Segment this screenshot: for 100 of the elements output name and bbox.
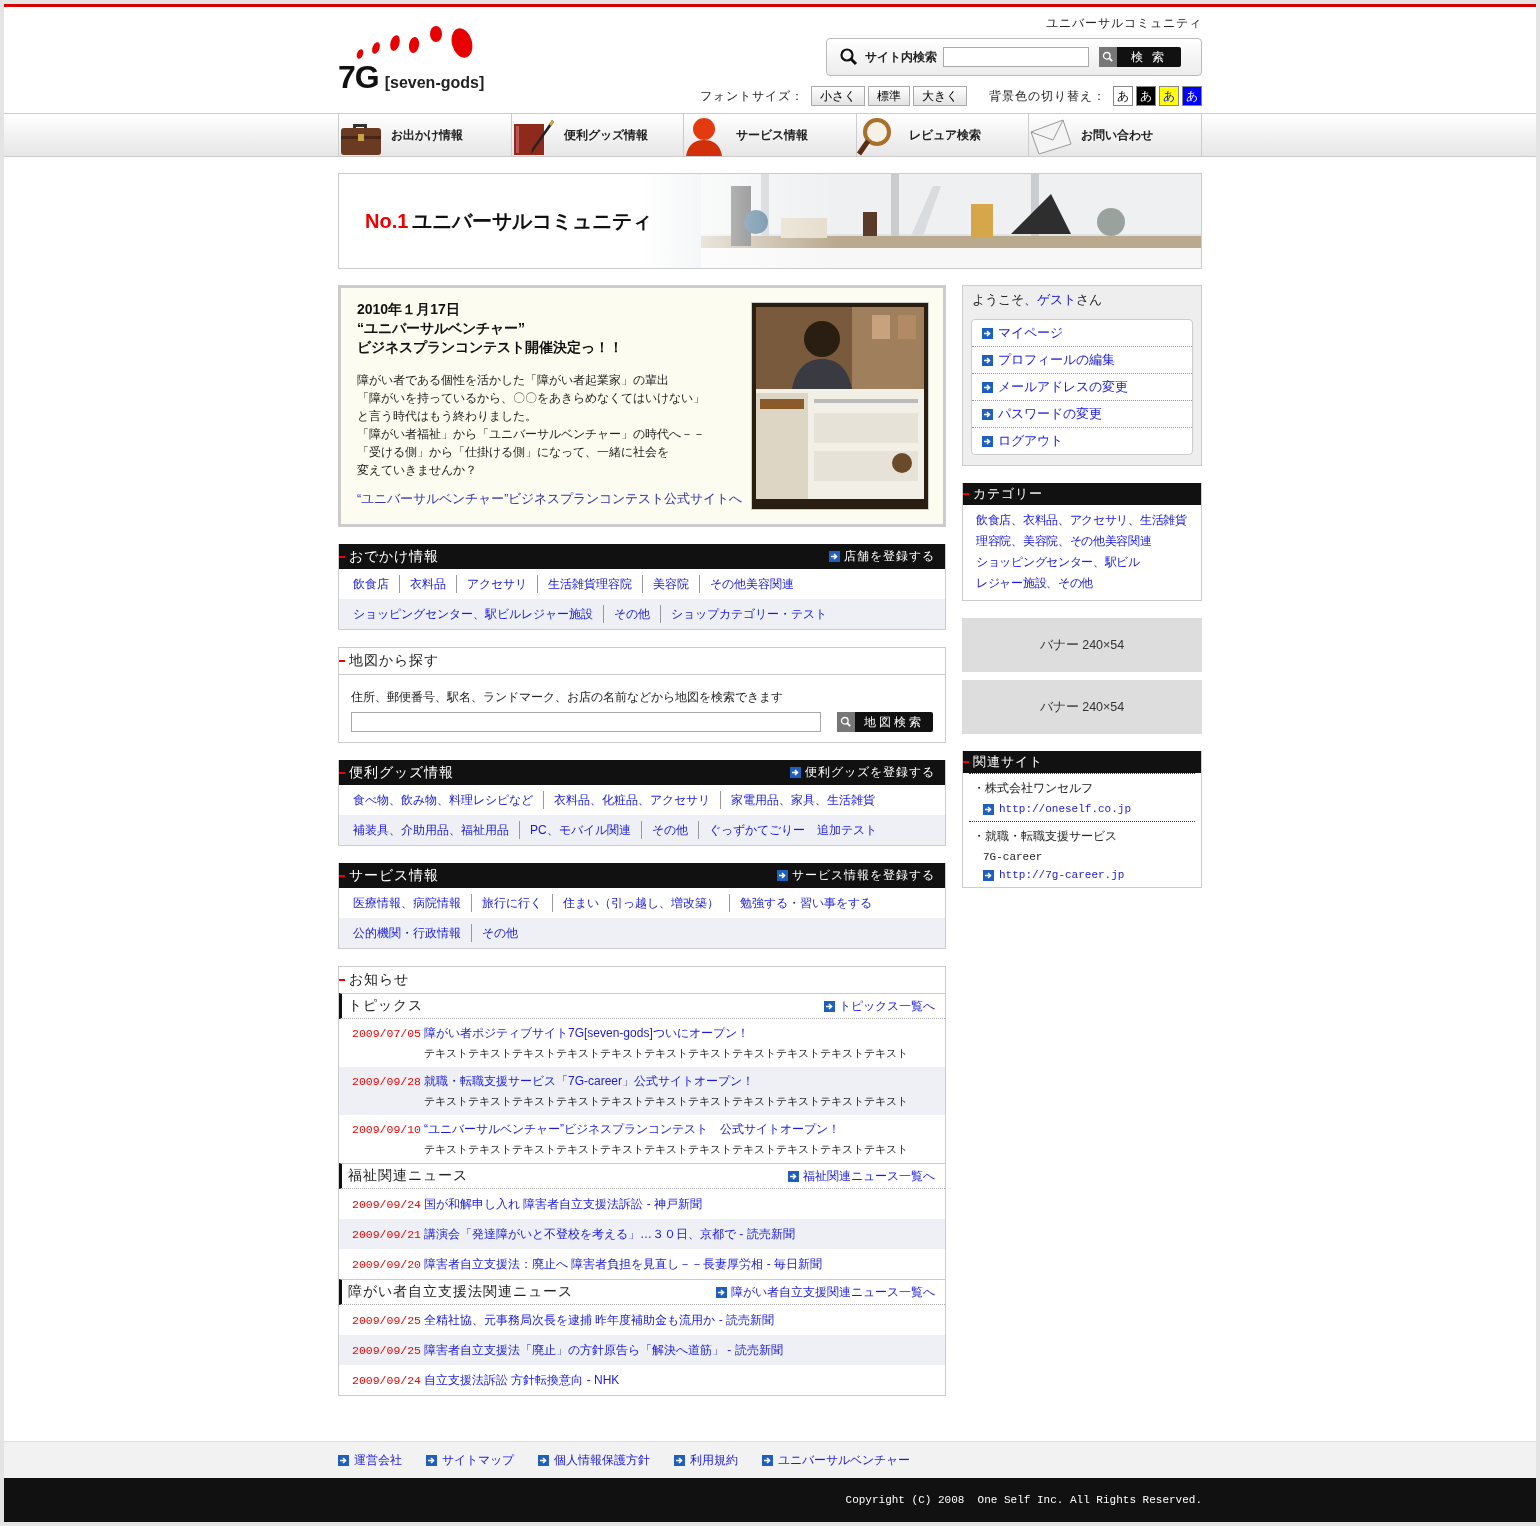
section-title: カテゴリー: [973, 485, 1043, 503]
hero-title: ユニバーサルコミュニティ: [412, 208, 653, 234]
account-link[interactable]: プロフィールの編集: [972, 346, 1192, 373]
font-size-button[interactable]: 大きく: [913, 86, 967, 106]
category-link[interactable]: 補装具、介助用品、福祉用品: [343, 821, 519, 839]
news-group-title: 障がい者自立支援法関連ニュース: [348, 1283, 573, 1301]
category-link[interactable]: 医療情報、病院情報: [343, 894, 471, 912]
register-link[interactable]: 店舗を登録する: [829, 548, 935, 565]
account-link[interactable]: メールアドレスの変更: [972, 373, 1192, 400]
font-size-button[interactable]: 標準: [868, 86, 910, 106]
nav-tab[interactable]: レビュア検索: [856, 114, 1030, 156]
arrow-icon: [982, 354, 993, 366]
category-link[interactable]: 住まい（引っ越し、増改築）: [552, 894, 729, 912]
background-color-button[interactable]: あ: [1182, 86, 1202, 106]
category-link[interactable]: その他: [603, 605, 660, 623]
news-group-title: 福祉関連ニュース: [348, 1167, 468, 1185]
nav-tab[interactable]: お出かけ情報: [338, 114, 512, 156]
footer-link[interactable]: 運営会社: [338, 1451, 402, 1469]
register-link[interactable]: 便利グッズを登録する: [790, 764, 935, 781]
news-link[interactable]: 就職・転職支援サービス「7G-career」公式サイトオープン！: [424, 1073, 945, 1090]
category-link[interactable]: その他: [471, 924, 528, 942]
search-field[interactable]: [943, 47, 1089, 67]
category-link[interactable]: 飲食店: [343, 575, 399, 593]
news-date: 2009/09/24: [352, 1373, 422, 1387]
arrow-icon: [982, 435, 993, 447]
map-search-button[interactable]: 地図検索: [837, 712, 933, 732]
banner-placeholder[interactable]: バナー 240×54: [962, 618, 1202, 672]
category-link[interactable]: アクセサリ: [456, 575, 537, 593]
font-size-button[interactable]: 小さく: [811, 86, 865, 106]
arrow-icon: [674, 1454, 685, 1466]
footer-link[interactable]: 個人情報保護方針: [538, 1451, 650, 1469]
category-link[interactable]: 飲食店、衣料品、アクセサリ、生活雑貨: [976, 511, 1189, 529]
news-link[interactable]: 講演会「発達障がいと不登校を考える」…３０日、京都で - 読売新聞: [424, 1225, 945, 1243]
feature-link[interactable]: “ユニバーサルベンチャー”ビジネスプランコンテスト公式サイトへ: [357, 491, 743, 508]
category-link[interactable]: PC、モバイル関連: [519, 821, 641, 839]
footer-link[interactable]: サイトマップ: [426, 1451, 514, 1469]
banner-placeholder[interactable]: バナー 240×54: [962, 680, 1202, 734]
category-link[interactable]: 家電用品、家具、生活雑貨: [720, 791, 885, 809]
search-button[interactable]: 検 索: [1099, 47, 1181, 67]
news-text: テキストテキストテキストテキストテキストテキストテキストテキストテキストテキストテキスト: [424, 1142, 909, 1157]
news-date: 2009/09/25: [352, 1343, 422, 1357]
register-link[interactable]: サービス情報を登録する: [777, 867, 935, 884]
feature-title: “ユニバーサルベンチャー”: [357, 319, 526, 338]
category-link[interactable]: その他美容関連: [699, 575, 804, 593]
news-group-title: トピックス: [348, 997, 423, 1015]
more-link[interactable]: 福祉関連ニュース一覧へ: [788, 1167, 935, 1185]
background-color-button[interactable]: あ: [1159, 86, 1179, 106]
title-dash-icon: [339, 979, 345, 981]
category-link[interactable]: レジャー施設、その他: [976, 574, 1189, 592]
category-link[interactable]: ショッピングセンター、駅ビルレジャー施設: [343, 605, 603, 623]
category-link[interactable]: 衣料品、化粧品、アクセサリ: [543, 791, 720, 809]
more-link[interactable]: 障がい者自立支援関連ニュース一覧へ: [716, 1283, 935, 1301]
category-link[interactable]: 食べ物、飲み物、料理レシピなど: [343, 791, 543, 809]
category-link[interactable]: ショッピングセンター、駅ビル: [976, 553, 1189, 571]
site-url-link[interactable]: http://7g-career.jp: [977, 869, 1187, 881]
logo-name: [seven-gods]: [384, 74, 485, 92]
news-link[interactable]: 障がい者ポジティブサイト7G[seven-gods]ついにオープン！: [424, 1025, 945, 1042]
footer-link[interactable]: 利用規約: [674, 1451, 738, 1469]
arrow-icon: [982, 381, 993, 393]
background-color-button[interactable]: あ: [1136, 86, 1156, 106]
site-name: ・株式会社ワンセルフ: [973, 780, 1094, 797]
news-link[interactable]: 障害者自立支援法：廃止へ 障害者負担を見直し－－長妻厚労相 - 毎日新聞: [424, 1255, 945, 1273]
news-text: テキストテキストテキストテキストテキストテキストテキストテキストテキストテキストテキスト: [424, 1046, 909, 1061]
category-link[interactable]: 旅行に行く: [471, 894, 552, 912]
category-link[interactable]: 衣料品: [399, 575, 456, 593]
guest-link[interactable]: ゲスト: [1037, 293, 1076, 307]
site-url-link[interactable]: http://oneself.co.jp: [977, 803, 1187, 815]
nav-tab[interactable]: お問い合わせ: [1029, 114, 1202, 156]
category-link[interactable]: ぐっずかてごりー 追加テスト: [697, 821, 887, 839]
title-dash-icon: [963, 493, 969, 495]
feature-text: と言う時代はもう終わりました。: [357, 408, 538, 425]
news-date: 2009/07/05: [352, 1027, 422, 1040]
news-date: 2009/09/25: [352, 1313, 422, 1327]
account-link[interactable]: マイページ: [972, 320, 1192, 346]
nav-tab[interactable]: サービス情報: [684, 114, 857, 156]
news-link[interactable]: 障害者自立支援法「廃止」の方針原告ら「解決へ道筋」 - 読売新聞: [424, 1341, 945, 1359]
news-link[interactable]: 国が和解申し入れ 障害者自立支援法訴訟 - 神戸新聞: [424, 1195, 945, 1213]
site-subtitle: 7G-career: [982, 851, 1044, 863]
feature-date: 2010年１月17日: [357, 300, 461, 319]
account-link[interactable]: パスワードの変更: [972, 400, 1192, 427]
category-link[interactable]: その他: [640, 821, 698, 839]
section-title: 地図から探す: [349, 652, 439, 670]
map-search-field[interactable]: [351, 712, 821, 732]
category-link[interactable]: 美容院: [642, 575, 699, 593]
news-link[interactable]: 自立支援法訴訟 方針転換意向 - NHK: [424, 1371, 945, 1389]
more-link[interactable]: トピックス一覧へ: [824, 997, 935, 1015]
feature-text: 障がい者である個性を活かした「障がい者起業家」の輩出: [357, 372, 670, 389]
category-link[interactable]: 生活雑貨理容院: [537, 575, 642, 593]
category-link[interactable]: 勉強する・習い事をする: [729, 894, 882, 912]
background-color-button[interactable]: あ: [1113, 86, 1133, 106]
category-link[interactable]: ショップカテゴリー・テスト: [660, 605, 837, 623]
account-link[interactable]: ログアウト: [972, 427, 1192, 454]
feature-text: 「障がい者福祉」から「ユニバーサルベンチャー」の時代へ－－: [357, 426, 706, 443]
background-color-label: 背景色の切り替え：: [989, 87, 1106, 105]
news-link[interactable]: “ユニバーサルベンチャー”ビジネスプランコンテスト 公式サイトオープン！: [424, 1121, 945, 1138]
footer-link[interactable]: ユニバーサルベンチャー: [762, 1451, 910, 1469]
news-link[interactable]: 全精社協、元事務局次長を逮捕 昨年度補助金も流用か - 読売新聞: [424, 1311, 945, 1329]
category-link[interactable]: 公的機関・行政情報: [343, 924, 471, 942]
category-link[interactable]: 理容院、美容院、その他美容関連: [976, 532, 1189, 550]
nav-tab[interactable]: 便利グッズ情報: [511, 114, 685, 156]
